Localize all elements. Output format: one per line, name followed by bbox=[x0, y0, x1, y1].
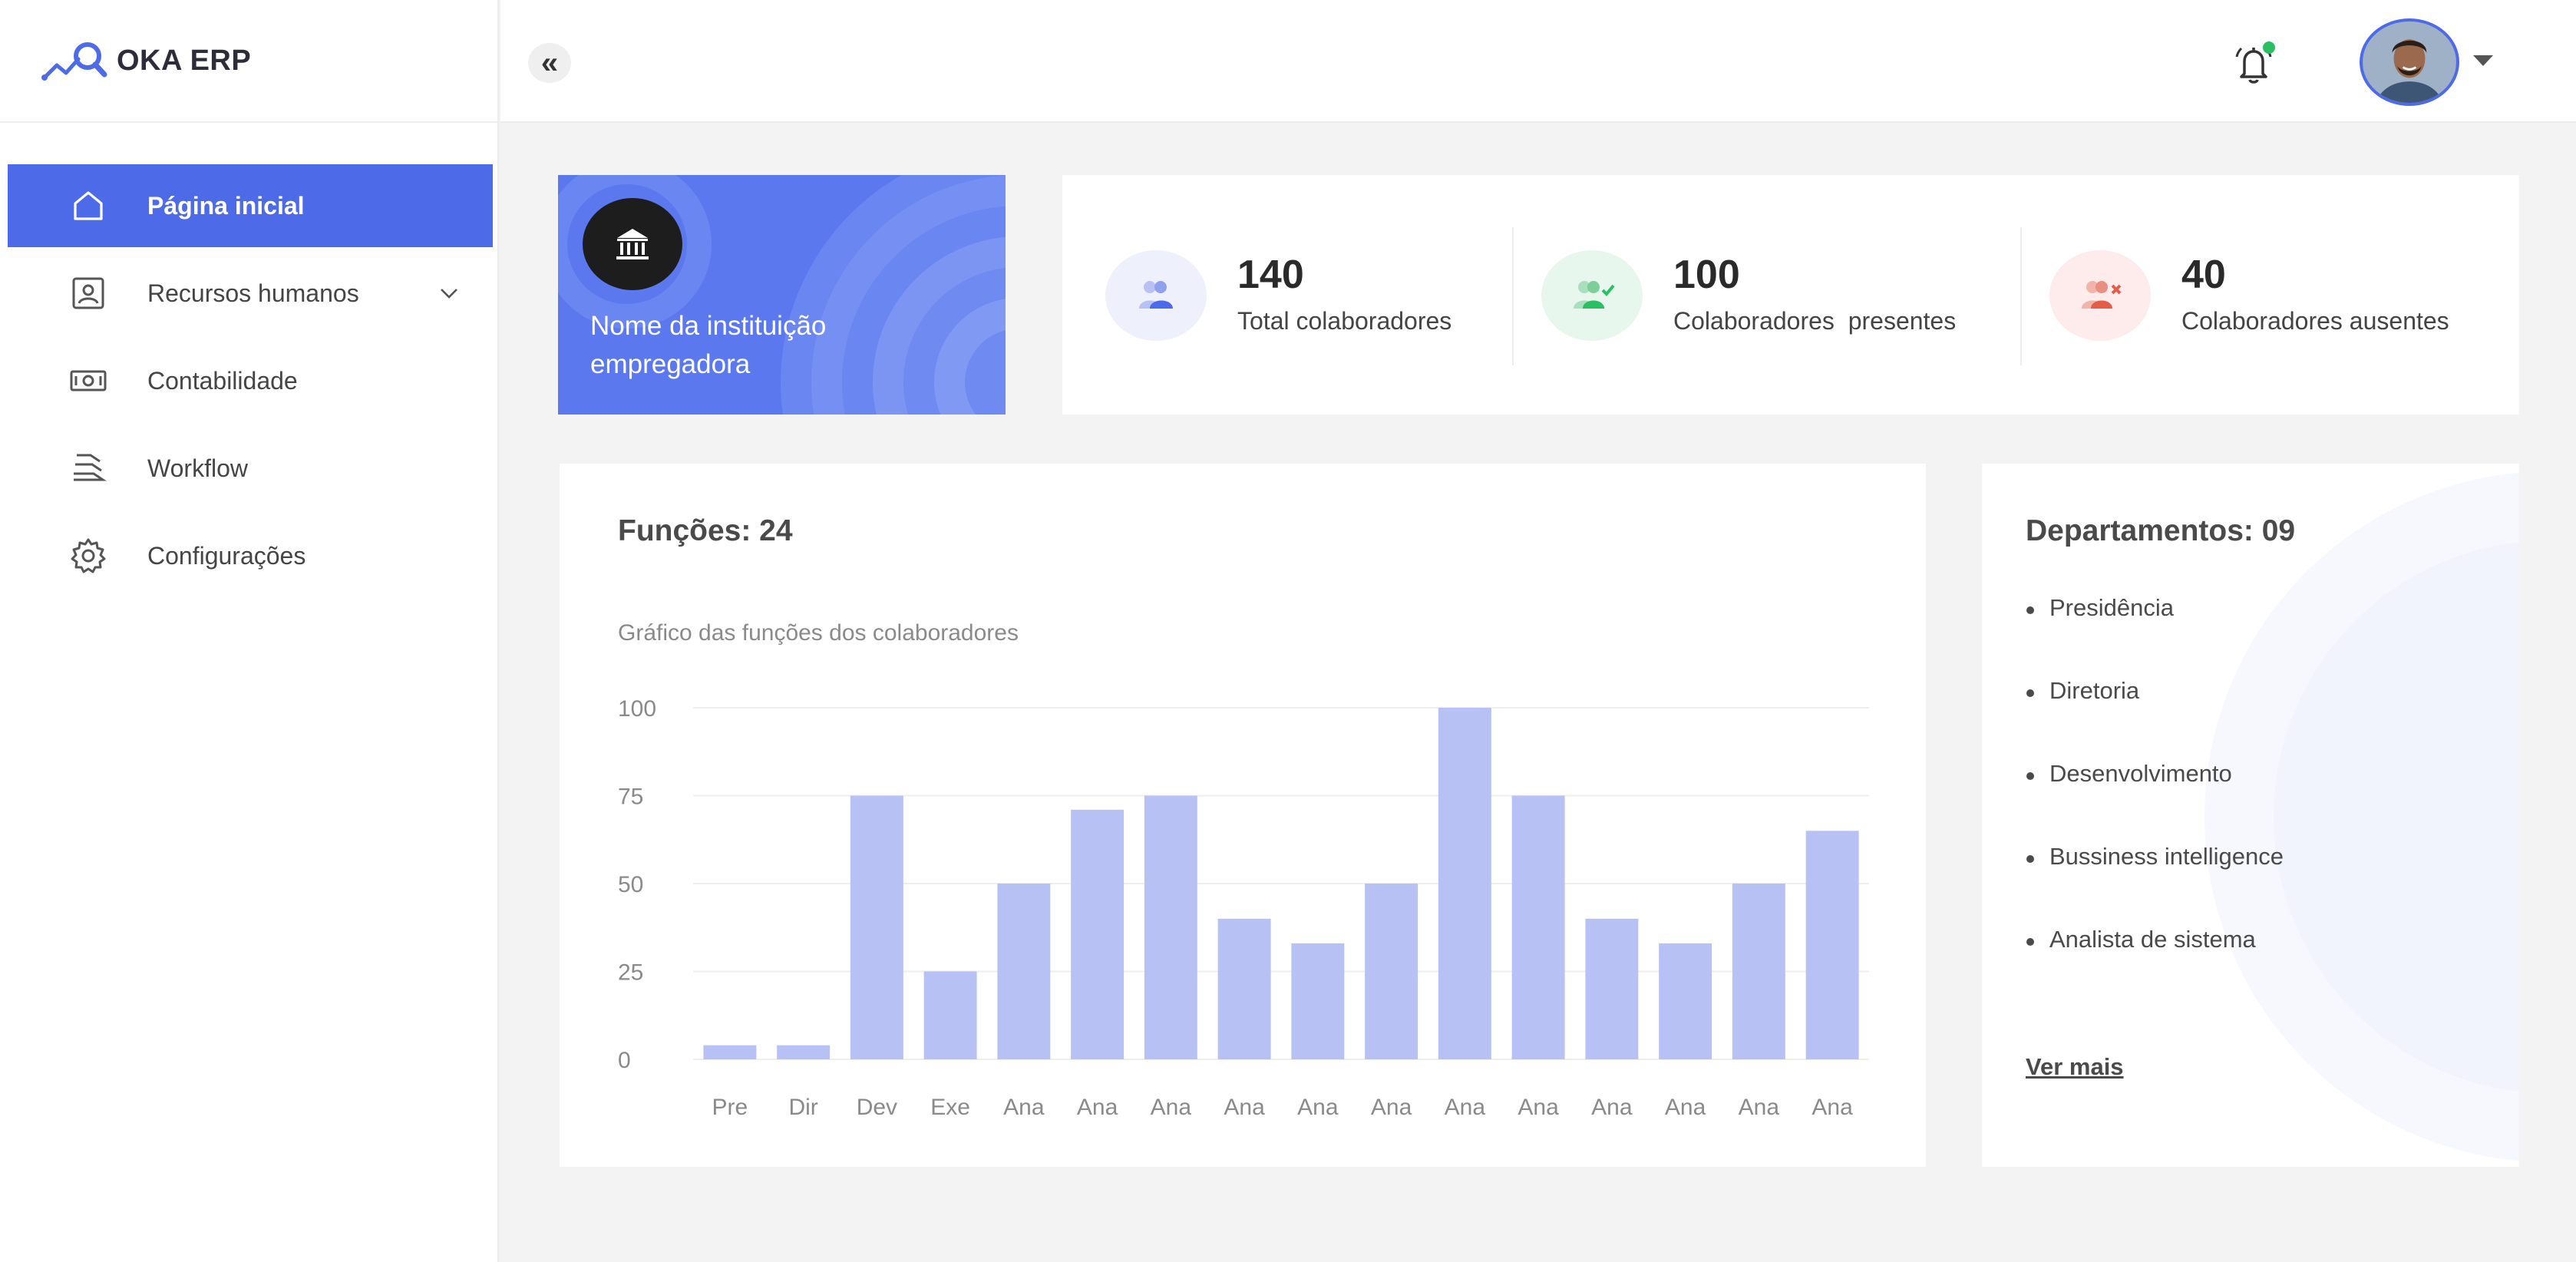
x-tick-label: Dir bbox=[788, 1095, 817, 1120]
chart-bar bbox=[703, 1045, 757, 1059]
chart-bar bbox=[1291, 943, 1345, 1059]
sidebar-nav: Página inicial Recursos humanos Contabil… bbox=[0, 123, 497, 597]
x-tick-label: Dev bbox=[857, 1095, 897, 1120]
y-tick-label: 25 bbox=[618, 960, 643, 986]
institution-name: Nome da instituição empregadora bbox=[590, 311, 827, 379]
stat-label: Colaboradores presentes bbox=[1673, 307, 1957, 335]
user-avatar[interactable] bbox=[2360, 18, 2459, 106]
app-name: OKA ERP bbox=[117, 44, 252, 77]
y-tick-label: 75 bbox=[618, 785, 643, 810]
stat-value: 40 bbox=[2181, 253, 2226, 297]
notification-dot bbox=[2263, 41, 2275, 54]
y-tick-label: 0 bbox=[618, 1048, 631, 1073]
sidebar-item-workflow[interactable]: Workflow bbox=[8, 427, 493, 510]
bank-icon bbox=[616, 229, 649, 259]
x-tick-label: Ana bbox=[1445, 1095, 1486, 1120]
sidebar-item-human-resources[interactable]: Recursos humanos bbox=[8, 252, 493, 335]
institution-card: Nome da instituição empregadora bbox=[558, 175, 1006, 415]
sidebar-item-settings[interactable]: Configurações bbox=[8, 514, 493, 597]
department-item: Diretoria bbox=[2026, 677, 2284, 760]
chart-bar bbox=[1217, 918, 1271, 1059]
chart-bar bbox=[1365, 884, 1418, 1059]
departments-title: Departamentos: 09 bbox=[2026, 514, 2296, 547]
stat-value: 100 bbox=[1673, 253, 1740, 297]
x-tick-label: Ana bbox=[1297, 1095, 1339, 1120]
department-item: Desenvolvimento bbox=[2026, 760, 2284, 843]
x-tick-label: Ana bbox=[1665, 1095, 1706, 1120]
see-more-link[interactable]: Ver mais bbox=[2026, 1053, 2124, 1081]
department-item: Presidência bbox=[2026, 594, 2284, 677]
user-menu-caret-icon[interactable] bbox=[2473, 55, 2493, 66]
sidebar-item-label: Configurações bbox=[147, 541, 306, 570]
users-check-icon bbox=[1541, 250, 1643, 341]
x-tick-label: Ana bbox=[1151, 1095, 1192, 1120]
sidebar-item-label: Workflow bbox=[147, 454, 248, 482]
stat-divider bbox=[1512, 227, 1514, 365]
departments-card: Departamentos: 09 Presidência Diretoria … bbox=[1982, 464, 2519, 1167]
x-tick-label: Ana bbox=[1811, 1095, 1853, 1120]
x-tick-label: Pre bbox=[712, 1095, 748, 1120]
y-tick-label: 100 bbox=[618, 696, 656, 722]
user-avatar-image bbox=[2363, 21, 2456, 103]
logo-icon bbox=[41, 42, 107, 81]
x-tick-label: Ana bbox=[1739, 1095, 1780, 1120]
department-item: Bussiness intelligence bbox=[2026, 843, 2284, 926]
stat-label: Total colaboradores bbox=[1237, 307, 1452, 335]
users-icon bbox=[1105, 250, 1207, 341]
chart-bar bbox=[1144, 795, 1197, 1059]
chart-bar bbox=[997, 884, 1051, 1059]
x-tick-label: Ana bbox=[1003, 1095, 1045, 1120]
functions-bar-chart: 0 25 50 75 100 Pre Dir Dev Exe Ana Ana Ana Ana Ana Ana… bbox=[618, 696, 1869, 1120]
institution-badge bbox=[583, 198, 682, 290]
chart-bar bbox=[1805, 831, 1859, 1059]
notifications-button[interactable] bbox=[2229, 40, 2278, 89]
sidebar-item-label: Contabilidade bbox=[147, 366, 298, 395]
x-tick-label: Ana bbox=[1518, 1095, 1559, 1120]
banknote-icon bbox=[69, 362, 114, 400]
workflow-icon bbox=[69, 449, 114, 487]
x-tick-label: Ana bbox=[1371, 1095, 1412, 1120]
collapse-sidebar-button[interactable]: « bbox=[528, 43, 571, 83]
chart-bar bbox=[1438, 708, 1491, 1059]
stat-value: 140 bbox=[1237, 253, 1304, 297]
x-tick-label: Ana bbox=[1224, 1095, 1265, 1120]
sidebar-item-label: Página inicial bbox=[147, 191, 305, 220]
chart-bar bbox=[850, 795, 903, 1059]
y-tick-label: 50 bbox=[618, 872, 643, 897]
stat-present-employees: 100 Colaboradores presentes bbox=[1541, 175, 2017, 415]
chart-bar bbox=[923, 971, 977, 1059]
chart-bar bbox=[1732, 884, 1785, 1059]
functions-chart-card: Funções: 24 Gráfico das funções dos cola… bbox=[560, 464, 1926, 1167]
id-card-icon bbox=[69, 274, 114, 312]
chart-bar bbox=[777, 1045, 831, 1059]
stat-divider bbox=[2020, 227, 2022, 365]
home-icon bbox=[69, 187, 114, 225]
stat-label: Colaboradores ausentes bbox=[2181, 307, 2449, 335]
chart-bar bbox=[1511, 795, 1565, 1059]
sidebar-item-accounting[interactable]: Contabilidade bbox=[8, 339, 493, 422]
chevron-down-icon[interactable] bbox=[436, 280, 462, 306]
x-tick-label: Ana bbox=[1077, 1095, 1118, 1120]
users-x-icon bbox=[2049, 250, 2151, 341]
stat-absent-employees: 40 Colaboradores ausentes bbox=[2049, 175, 2510, 415]
employee-stats-card: 140 Total colaboradores 100 Colaboradore… bbox=[1062, 175, 2519, 415]
app-logo[interactable]: OKA ERP bbox=[0, 0, 497, 123]
sidebar-item-label: Recursos humanos bbox=[147, 279, 359, 307]
chart-bar bbox=[1585, 918, 1639, 1059]
gear-icon bbox=[69, 537, 114, 575]
department-item: Analista de sistema bbox=[2026, 926, 2284, 1009]
departments-list: Presidência Diretoria Desenvolvimento Bu… bbox=[2026, 594, 2284, 1009]
sidebar-item-home[interactable]: Página inicial bbox=[8, 164, 493, 247]
sidebar: OKA ERP Página inicial Recursos humanos … bbox=[0, 0, 499, 1262]
chart-bar bbox=[1659, 943, 1712, 1059]
stat-total-employees: 140 Total colaboradores bbox=[1105, 175, 1504, 415]
x-tick-label: Exe bbox=[930, 1095, 970, 1120]
x-tick-label: Ana bbox=[1591, 1095, 1633, 1120]
chart-bar bbox=[1071, 809, 1125, 1059]
top-header: « bbox=[500, 0, 2576, 123]
